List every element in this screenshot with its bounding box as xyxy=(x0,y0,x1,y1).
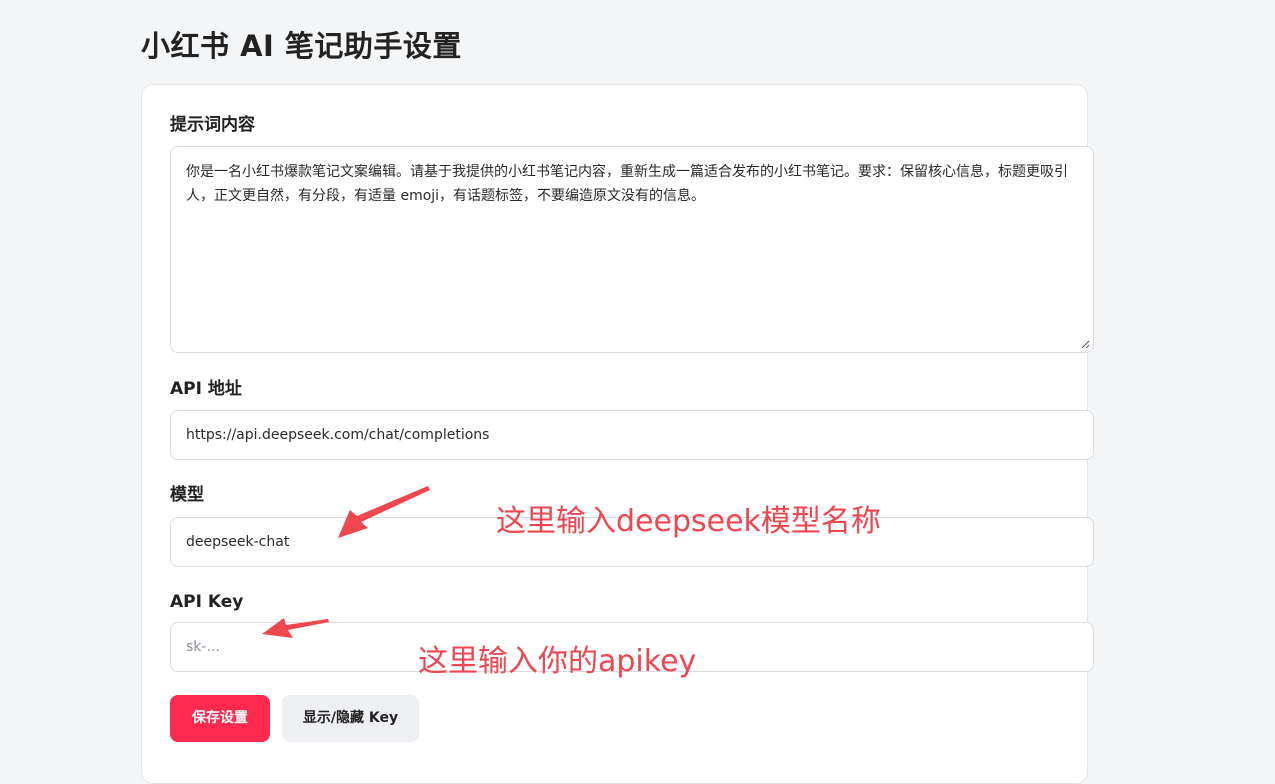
annotation-arrows xyxy=(262,486,430,638)
arrow-icon-key xyxy=(262,618,329,638)
arrow-icon-model xyxy=(338,486,430,538)
